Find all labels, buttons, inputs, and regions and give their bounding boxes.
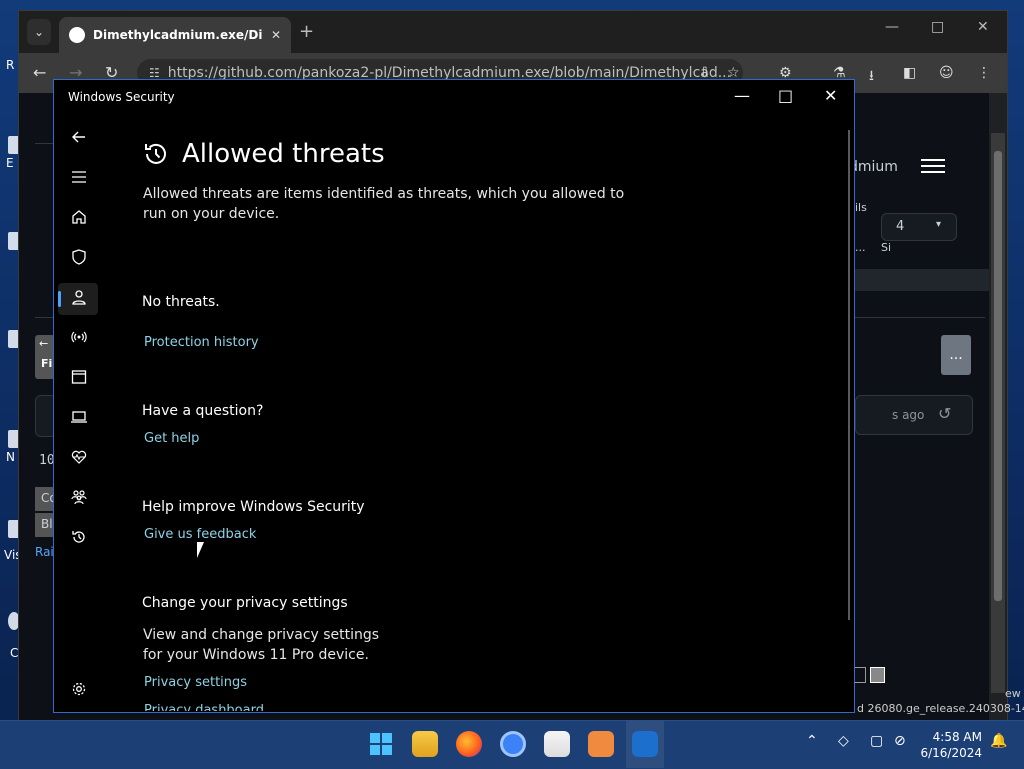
commit-info: s ago ↺ xyxy=(855,395,973,435)
mouse-cursor xyxy=(197,542,204,558)
back-icon[interactable]: ← xyxy=(33,63,46,82)
active-app-highlight xyxy=(626,721,664,768)
branch-count: 4 xyxy=(896,219,905,234)
site-info-icon[interactable]: ☷ xyxy=(149,66,160,80)
protection-history-link[interactable]: Protection history xyxy=(144,335,259,350)
tab-title: Dimethylcadmium.exe/Dimeth xyxy=(93,28,263,42)
privacy-dashboard-link[interactable]: Privacy dashboard xyxy=(144,703,264,711)
device-health-icon[interactable] xyxy=(68,446,90,468)
page-description: Allowed threats are items identified as … xyxy=(143,186,625,222)
maximize-icon[interactable]: □ xyxy=(931,19,944,35)
downloads-icon[interactable]: ⭳ xyxy=(869,65,874,89)
more-options-label: ... xyxy=(949,347,963,363)
close-tab-icon[interactable]: ✕ xyxy=(271,28,281,42)
raw-link[interactable]: Rai xyxy=(35,545,54,559)
feedback-link[interactable]: Give us feedback xyxy=(144,527,256,542)
navigation-rail xyxy=(54,120,104,712)
minimize-icon[interactable]: — xyxy=(885,19,899,35)
get-help-link[interactable]: Get help xyxy=(144,431,199,446)
display-icon[interactable]: ▢ xyxy=(870,733,883,749)
privacy-settings-link[interactable]: Privacy settings xyxy=(144,675,247,690)
notification-bell-icon[interactable]: 🔔 xyxy=(990,733,1007,749)
hamburger-menu-icon[interactable] xyxy=(921,155,945,175)
status-right: ew xyxy=(1005,687,1021,700)
device-security-icon[interactable] xyxy=(68,406,90,428)
clock-date: 6/16/2024 xyxy=(920,746,982,760)
chrome-icon[interactable] xyxy=(500,731,526,757)
protection-history-icon[interactable] xyxy=(68,526,90,548)
scrollbar-thumb[interactable] xyxy=(994,151,1002,601)
code-button[interactable]: Co xyxy=(35,487,57,511)
privacy-description: View and change privacy settings for you… xyxy=(143,627,380,663)
profile-icon[interactable]: ☺ xyxy=(939,65,954,81)
grid-view-icon[interactable] xyxy=(870,667,885,683)
threat-status: No threats. xyxy=(142,294,220,310)
app-browser-control-icon[interactable] xyxy=(68,366,90,388)
github-icon xyxy=(69,27,85,43)
back-arrow-icon: ← xyxy=(39,337,49,350)
show-hidden-icons-chevron-icon[interactable]: ⌃ xyxy=(806,733,818,749)
view-toggle[interactable] xyxy=(851,667,885,685)
shield-icon[interactable] xyxy=(68,246,90,268)
details-label: ils xyxy=(855,201,867,214)
close-icon[interactable]: ✕ xyxy=(824,86,837,105)
clock[interactable]: 4:58 AM 6/16/2024 xyxy=(918,729,982,761)
build-watermark: d 26080.ge_release.240308-1400 xyxy=(857,702,1024,715)
question-heading: Have a question? xyxy=(142,403,264,419)
back-icon[interactable] xyxy=(68,126,90,148)
browser-tab[interactable]: Dimethylcadmium.exe/Dimeth ✕ xyxy=(59,17,291,53)
minimize-icon[interactable]: — xyxy=(734,86,750,105)
blame-button[interactable]: Bl xyxy=(35,513,55,537)
store-icon[interactable] xyxy=(544,731,570,757)
repo-name: dmium xyxy=(849,159,898,175)
windows-security-window: Windows Security — □ ✕ Allowed threats A… xyxy=(53,79,855,713)
start-windows-icon[interactable] xyxy=(368,731,394,757)
network-firewall-icon[interactable] xyxy=(68,326,90,348)
desktop-label-1: R xyxy=(6,58,15,72)
privacy-heading: Change your privacy settings xyxy=(142,595,348,611)
hamburger-menu-icon[interactable] xyxy=(68,166,90,188)
taskbar: ⌃ ◇ ▢ ⊘ 4:58 AM 6/16/2024 🔔 xyxy=(0,720,1024,769)
improve-heading: Help improve Windows Security xyxy=(142,499,365,515)
firefox-icon[interactable] xyxy=(456,731,482,757)
menu-icon[interactable]: ⋮ xyxy=(977,65,991,81)
page-title: Allowed threats xyxy=(182,139,385,169)
side-panel-icon[interactable]: ◧ xyxy=(903,65,916,81)
close-icon[interactable]: ✕ xyxy=(977,19,989,35)
volume-mute-icon[interactable]: ⊘ xyxy=(894,733,906,749)
content-scrollbar[interactable] xyxy=(848,130,850,620)
network-icon[interactable]: ◇ xyxy=(838,733,849,749)
desktop-label-2: E xyxy=(6,156,14,170)
settings-gear-icon[interactable] xyxy=(68,678,90,700)
paint-icon[interactable] xyxy=(588,731,614,757)
column-a: ... xyxy=(855,241,866,254)
file-label: Fi xyxy=(41,357,53,370)
nav-selected-indicator xyxy=(58,291,61,307)
family-options-icon[interactable] xyxy=(68,486,90,508)
account-icon[interactable] xyxy=(68,286,90,308)
chevron-down-icon: ▾ xyxy=(936,219,942,230)
history-icon xyxy=(142,140,170,172)
new-tab-button[interactable]: + xyxy=(299,21,314,42)
file-explorer-icon[interactable] xyxy=(412,731,438,757)
blame-button-label: Bl xyxy=(41,517,53,531)
home-icon[interactable] xyxy=(68,206,90,228)
window-title: Windows Security xyxy=(68,90,175,104)
column-b: Si xyxy=(881,241,892,254)
history-icon[interactable]: ↺ xyxy=(938,404,951,423)
file-button[interactable]: ← Fi xyxy=(35,335,55,379)
maximize-icon[interactable]: □ xyxy=(778,86,793,105)
table-header-strip xyxy=(855,269,989,291)
commit-time: s ago xyxy=(892,408,925,422)
desktop-label-3: N xyxy=(6,450,15,464)
more-options-button[interactable]: ... xyxy=(941,335,971,375)
tab-strip: ⌄ Dimethylcadmium.exe/Dimeth ✕ + — □ ✕ xyxy=(19,11,1007,53)
tab-search-chevron-icon[interactable]: ⌄ xyxy=(27,19,51,45)
clock-time: 4:58 AM xyxy=(932,730,982,744)
branch-selector[interactable]: 4 ▾ xyxy=(881,213,957,241)
